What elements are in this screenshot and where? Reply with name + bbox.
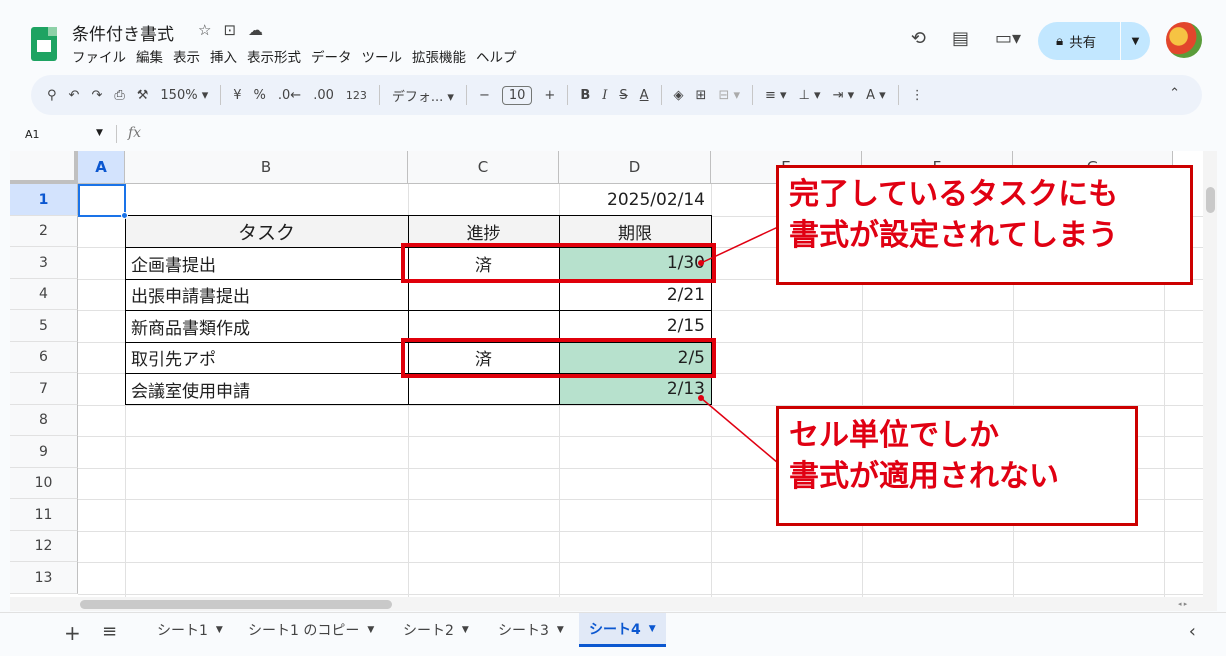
scroll-arrows-icon[interactable]: ◂ ▸ (1178, 600, 1187, 608)
callout-top-line-1: 完了しているタスクにも (789, 177, 1119, 212)
tab-sheet4[interactable]: シート4 ▼ (579, 613, 666, 647)
tab-sheet1[interactable]: シート1 ▼ (147, 613, 233, 647)
all-sheets-icon[interactable]: ≡ (102, 621, 117, 642)
callout-top-line-2: 書式が設定されてしまう (789, 218, 1119, 253)
add-sheet-icon[interactable]: + (64, 621, 81, 645)
tab-sheet2[interactable]: シート2 ▼ (393, 613, 479, 647)
tab-sheet1-copy[interactable]: シート1 のコピー ▼ (238, 613, 384, 647)
sheet-tabs-bar: + ≡ シート1 ▼ シート1 のコピー ▼ シート2 ▼ シート3 ▼ シート4 ▼ ‹ (0, 612, 1226, 656)
callout-bottom-line-1: セル単位でしか (789, 418, 999, 453)
annotation-connectors (698, 226, 779, 464)
vertical-scroll-track[interactable] (1203, 151, 1217, 611)
spreadsheet-app: 条件付き書式 ☆ ⊡ ☁ ファイル 編集 表示 挿入 表示形式 データ ツール … (0, 0, 1226, 656)
callout-bottom: セル単位でしか 書式が適用されない (776, 406, 1138, 526)
callout-bottom-line-2: 書式が適用されない (789, 459, 1059, 494)
vertical-scrollbar[interactable] (1206, 187, 1215, 213)
collapse-tabs-icon[interactable]: ‹ (1189, 621, 1196, 642)
tab-sheet3[interactable]: シート3 ▼ (488, 613, 574, 647)
horizontal-scrollbar[interactable] (80, 600, 392, 609)
callout-top: 完了しているタスクにも 書式が設定されてしまう (776, 165, 1193, 285)
